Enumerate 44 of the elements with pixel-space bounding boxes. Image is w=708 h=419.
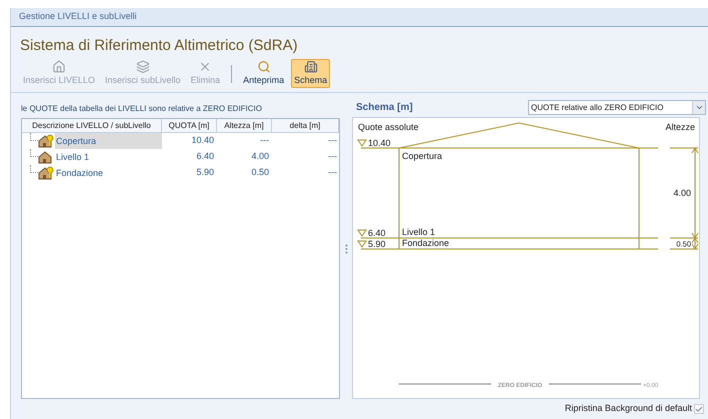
schema-title: Schema [m] xyxy=(355,101,413,115)
level-name[interactable]: Livello 1 xyxy=(55,149,162,165)
table-cell-text: 4.00 xyxy=(250,150,270,164)
table-cell-text: 0.50 xyxy=(250,166,270,180)
level-label: Fondazione xyxy=(402,238,450,248)
table-cell-text: --- xyxy=(259,134,270,148)
table-caption: le QUOTE della tabella dei LIVELLI sono relative a ZERO EDIFICIO xyxy=(21,102,263,114)
table-cell-text: 5.90 xyxy=(195,166,215,180)
page-title: Sistema di Riferimento Altimetrico (SdRA) xyxy=(20,36,298,56)
layers-icon xyxy=(134,60,151,74)
column-heading: Altezze xyxy=(665,122,695,132)
quota-label: 6.40 xyxy=(368,228,386,238)
column-header[interactable]: Descrizione LIVELLO / subLivello xyxy=(22,119,162,132)
table-cell-text: --- xyxy=(327,166,338,180)
level-marker-icon xyxy=(357,140,367,147)
checkbox-label: Ripristina Background di default xyxy=(564,402,692,416)
column-header[interactable]: delta [m] xyxy=(272,119,340,132)
level-name[interactable]: Fondazione xyxy=(55,165,162,181)
table-cell-text: 6.40 xyxy=(195,150,215,164)
height-label: 4.00 xyxy=(673,188,691,198)
dropdown-caret-icon xyxy=(694,103,704,112)
table-cell-text: --- xyxy=(327,150,338,164)
toolbar-button[interactable]: Schema xyxy=(291,59,330,88)
column-heading: Quote assolute xyxy=(358,122,419,132)
toolbar-button[interactable]: Anteprima xyxy=(240,59,288,88)
table-cell-text: 10.40 xyxy=(190,134,215,148)
level-line xyxy=(670,248,698,250)
level-marker-icon xyxy=(357,230,367,237)
search-icon xyxy=(256,60,272,74)
building-icon xyxy=(302,60,319,74)
window-title: Gestione LIVELLI e subLivelli xyxy=(19,10,137,24)
level-label: Copertura xyxy=(402,151,442,161)
level-marker-icon xyxy=(357,240,367,248)
view-select[interactable]: QUOTE relative allo ZERO EDIFICIO xyxy=(528,100,706,115)
level-name[interactable]: Copertura xyxy=(55,133,162,149)
column-header[interactable]: QUOTA [m] xyxy=(162,119,217,132)
table-cell-text: --- xyxy=(327,134,338,148)
quota-label: 10.40 xyxy=(368,138,391,148)
level-label: Livello 1 xyxy=(402,227,436,237)
house-icon xyxy=(51,60,68,74)
splitter-grip-icon[interactable] xyxy=(344,244,348,254)
column-header[interactable]: Altezza [m] xyxy=(217,119,272,132)
check-icon xyxy=(695,404,703,414)
quota-label: 5.90 xyxy=(368,239,386,249)
